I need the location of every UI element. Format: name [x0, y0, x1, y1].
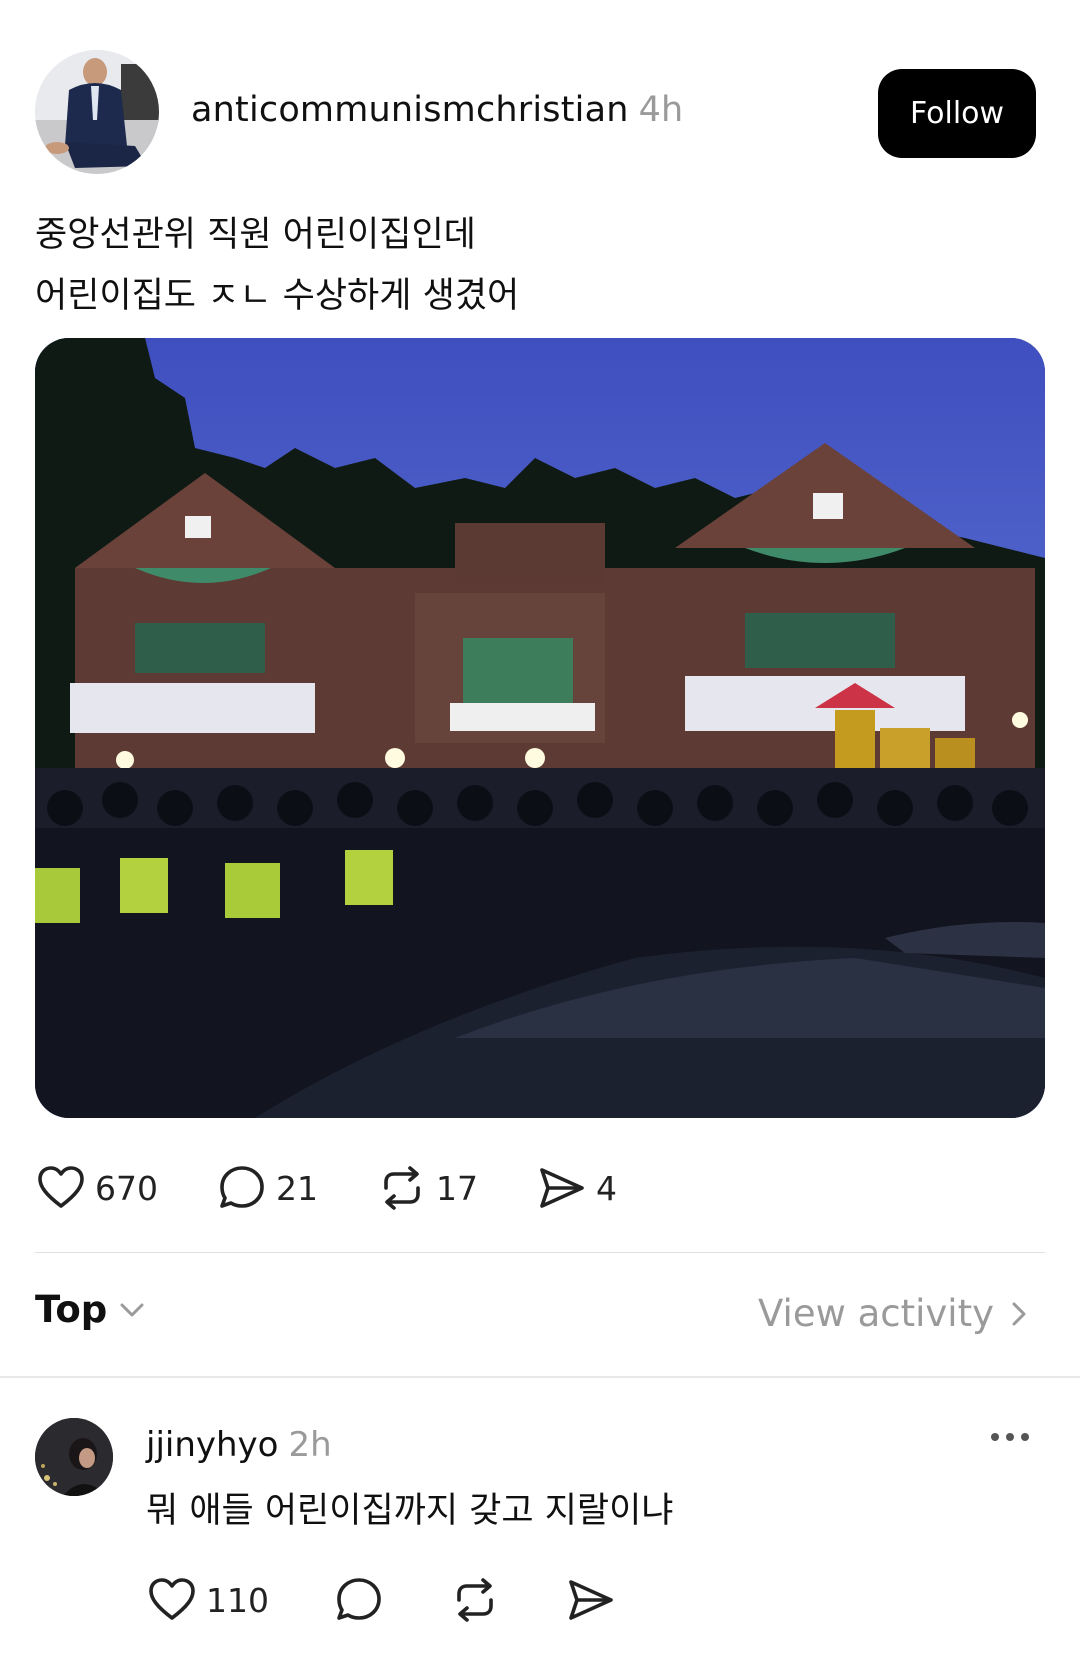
- share-button[interactable]: 4: [536, 1162, 617, 1214]
- heart-icon: [38, 1166, 84, 1208]
- reply-repost-button[interactable]: [449, 1574, 501, 1626]
- post-body: 중앙선관위 직원 어린이집인데 어린이집도 ㅈㄴ 수상하게 생겼어: [35, 205, 519, 327]
- repost-icon: [384, 1166, 420, 1210]
- post-author-line: anticommunismchristian 4h: [191, 90, 683, 130]
- repost-icon: [457, 1578, 493, 1622]
- comment-bubble-icon: [337, 1578, 381, 1620]
- reply-like-button[interactable]: 110: [146, 1574, 269, 1626]
- thread-page: anticommunismchristian 4h Follow 중앙선관위 직원…: [0, 0, 1080, 1665]
- divider: [35, 1252, 1045, 1253]
- heart-icon: [149, 1578, 195, 1620]
- reply-body: 뭐 애들 어린이집까지 갖고 지랄이냐: [146, 1491, 674, 1531]
- comment-button[interactable]: 21: [216, 1162, 318, 1214]
- chevron-down-icon: [120, 1303, 144, 1316]
- chevron-right-icon: [1012, 1302, 1026, 1325]
- reply-author-avatar[interactable]: [35, 1418, 113, 1496]
- comment-bubble-icon: [220, 1166, 264, 1208]
- post-actions: 670 21 17 4: [35, 1158, 675, 1218]
- reply-share-button[interactable]: [565, 1574, 617, 1626]
- author-username[interactable]: anticommunismchristian: [191, 90, 629, 130]
- post-timestamp: 4h: [638, 90, 684, 130]
- view-activity-label: View activity: [758, 1292, 994, 1335]
- comment-count: 21: [276, 1168, 318, 1208]
- reply-like-count: 110: [206, 1580, 269, 1620]
- reply-timestamp: 2h: [288, 1425, 332, 1465]
- share-count: 4: [596, 1168, 617, 1208]
- follow-button[interactable]: Follow: [878, 69, 1036, 158]
- photo-police-at-daycare-building-icon: [35, 338, 1045, 1118]
- repost-button[interactable]: 17: [376, 1162, 478, 1214]
- reply-author-username[interactable]: jjinyhyo: [146, 1425, 278, 1465]
- sort-dropdown[interactable]: Top: [35, 1288, 147, 1331]
- reply-author-line: jjinyhyo 2h: [146, 1425, 332, 1465]
- repost-count: 17: [436, 1168, 478, 1208]
- avatar-person-icon: [35, 1418, 113, 1496]
- post-photo[interactable]: [35, 338, 1045, 1118]
- reply-actions: 110: [146, 1570, 681, 1630]
- post-text-line-1: 중앙선관위 직원 어린이집인데: [35, 215, 476, 255]
- send-icon: [540, 1168, 584, 1208]
- post-text-line-2: 어린이집도 ㅈㄴ 수상하게 생겼어: [35, 276, 520, 316]
- like-count: 670: [95, 1168, 158, 1208]
- more-options-button[interactable]: [990, 1428, 1030, 1447]
- send-icon: [569, 1580, 613, 1620]
- view-activity-link[interactable]: View activity: [758, 1292, 1030, 1335]
- section-divider: [0, 1376, 1080, 1378]
- avatar-person-icon: [35, 50, 159, 174]
- sort-label: Top: [35, 1288, 108, 1331]
- reply-comment-button[interactable]: [333, 1574, 385, 1626]
- more-dots-icon: [991, 1433, 1029, 1441]
- author-avatar[interactable]: [35, 50, 159, 174]
- like-button[interactable]: 670: [35, 1162, 158, 1214]
